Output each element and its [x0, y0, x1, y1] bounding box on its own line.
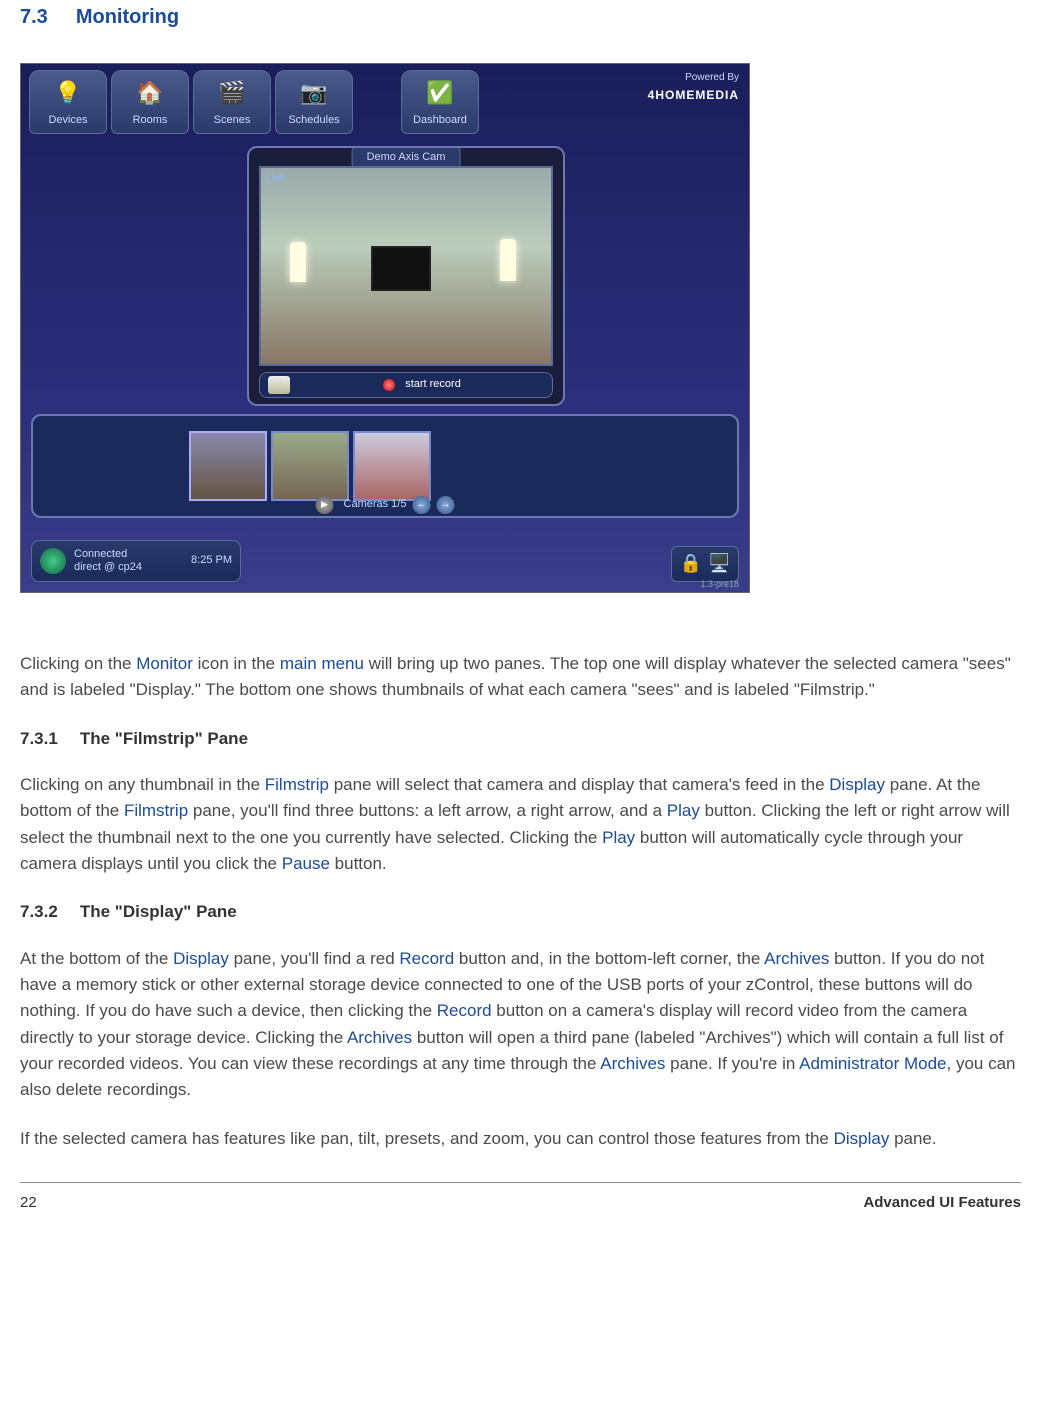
main-menu-link[interactable]: main menu [280, 654, 364, 673]
chapter-title: Advanced UI Features [863, 1191, 1021, 1214]
display-paragraph-2: If the selected camera has features like… [20, 1126, 1021, 1152]
subsection-title: The "Display" Pane [80, 902, 237, 921]
record-link[interactable]: Record [437, 1001, 492, 1020]
powered-by-text: Powered By [648, 70, 739, 86]
section-title: Monitoring [76, 6, 179, 28]
room-scene [261, 168, 551, 364]
section-number: 7.3 [20, 6, 48, 28]
pause-link[interactable]: Pause [282, 854, 330, 873]
camera-thumbnail[interactable] [353, 431, 431, 501]
status-bar: Connected direct @ cp24 8:25 PM [31, 540, 241, 582]
display-paragraph-1: At the bottom of the Display pane, you'l… [20, 946, 1021, 1104]
archives-link[interactable]: Archives [600, 1054, 665, 1073]
camera-icon: 📷 [296, 76, 332, 110]
status-host: direct @ cp24 [74, 561, 183, 574]
display-link[interactable]: Display [829, 775, 885, 794]
subsection-number: 7.3.1 [20, 729, 58, 748]
camera-thumbnail[interactable] [271, 431, 349, 501]
display-link[interactable]: Display [834, 1129, 890, 1148]
house-icon: 🏠 [132, 76, 168, 110]
play-button[interactable]: ▶ [316, 496, 334, 514]
filmstrip-link[interactable]: Filmstrip [124, 801, 188, 820]
play-link[interactable]: Play [667, 801, 700, 820]
app-screenshot: Powered By 4HOMEMEDIA 💡Devices 🏠Rooms 🎬S… [20, 63, 750, 593]
main-nav: 💡Devices 🏠Rooms 🎬Scenes 📷Schedules ✅Dash… [21, 64, 749, 134]
page-number: 22 [20, 1191, 37, 1214]
nav-dashboard[interactable]: ✅Dashboard [401, 70, 479, 134]
filmstrip-paragraph: Clicking on any thumbnail in the Filmstr… [20, 772, 1021, 877]
page-footer: 22 Advanced UI Features [20, 1183, 1021, 1220]
nav-schedules[interactable]: 📷Schedules [275, 70, 353, 134]
brand-name: 4HOMEMEDIA [648, 86, 739, 105]
next-camera-button[interactable]: → [436, 496, 454, 514]
prev-camera-button[interactable]: ← [412, 496, 430, 514]
camera-thumbnail[interactable] [189, 431, 267, 501]
section-heading: 7.3 Monitoring [20, 0, 1021, 63]
camera-title: Demo Axis Cam [352, 147, 461, 168]
archives-link[interactable]: Archives [764, 949, 829, 968]
intro-paragraph: Clicking on the Monitor icon in the main… [20, 651, 1021, 704]
filmstrip-link[interactable]: Filmstrip [265, 775, 329, 794]
record-link[interactable]: Record [399, 949, 454, 968]
clapper-icon: 🎬 [214, 76, 250, 110]
play-link[interactable]: Play [602, 828, 635, 847]
camera-feed[interactable]: Live [259, 166, 553, 366]
lock-panel[interactable]: 🔒 🖥️ [671, 546, 739, 582]
powered-by-logo: Powered By 4HOMEMEDIA [648, 70, 739, 104]
globe-icon [40, 548, 66, 574]
nav-rooms[interactable]: 🏠Rooms [111, 70, 189, 134]
subsection-number: 7.3.2 [20, 902, 58, 921]
record-button[interactable] [383, 379, 395, 391]
admin-mode-link[interactable]: Administrator Mode [799, 1054, 946, 1073]
monitor-link[interactable]: Monitor [136, 654, 193, 673]
version-label: 1.3-pre18 [700, 578, 739, 592]
subsection-heading: 7.3.2 The "Display" Pane [20, 899, 1021, 925]
nav-devices[interactable]: 💡Devices [29, 70, 107, 134]
filmstrip-controls: ▶ Cameras 1/5 ← → [316, 496, 455, 514]
display-pane: Demo Axis Cam Live start record [247, 146, 565, 406]
bulb-icon: 💡 [50, 76, 86, 110]
settings-icon: 🖥️ [708, 550, 730, 578]
thumbnail-row [189, 431, 431, 501]
filmstrip-pane: ▶ Cameras 1/5 ← → [31, 414, 739, 518]
archives-button[interactable] [268, 376, 290, 394]
cameras-count: Cameras 1/5 [344, 496, 407, 513]
lock-icon: 🔒 [680, 550, 702, 578]
status-connected: Connected [74, 548, 183, 561]
check-icon: ✅ [422, 76, 458, 110]
display-link[interactable]: Display [173, 949, 229, 968]
nav-scenes[interactable]: 🎬Scenes [193, 70, 271, 134]
archives-link[interactable]: Archives [347, 1028, 412, 1047]
subsection-title: The "Filmstrip" Pane [80, 729, 248, 748]
tv-icon [371, 246, 431, 291]
display-controls: start record [259, 372, 553, 398]
lamp-icon [500, 239, 516, 281]
subsection-heading: 7.3.1 The "Filmstrip" Pane [20, 726, 1021, 752]
status-time: 8:25 PM [191, 552, 232, 569]
lamp-icon [290, 242, 306, 282]
start-record-label: start record [405, 376, 461, 393]
